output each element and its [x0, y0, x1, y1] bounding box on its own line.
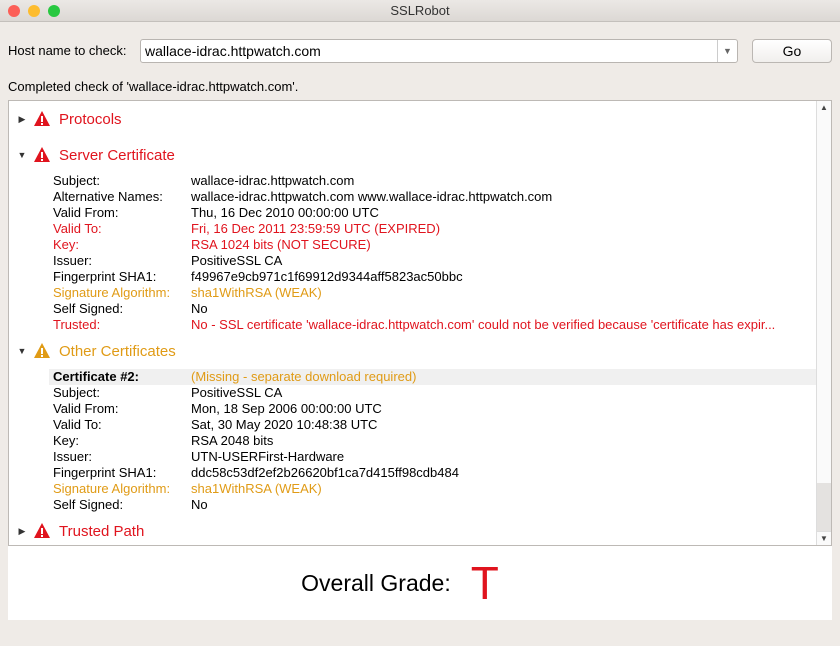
field-key: Fingerprint SHA1: [53, 465, 157, 480]
field-key: Subject: [53, 173, 100, 188]
field-row[interactable]: Valid From: Thu, 16 Dec 2010 00:00:00 UTC [9, 205, 817, 221]
field-key: Self Signed: [53, 301, 124, 316]
field-key: Valid To: [53, 417, 102, 432]
field-key: Issuer: [53, 449, 93, 464]
field-value: UTN-USERFirst-Hardware [191, 449, 345, 464]
field-value: No [191, 497, 208, 512]
title-bar: SSLRobot [0, 0, 840, 22]
minimize-window-button[interactable] [28, 5, 40, 17]
zoom-window-button[interactable] [48, 5, 60, 17]
field-value: sha1WithRSA (WEAK) [191, 285, 322, 300]
field-key: Trusted: [53, 317, 101, 332]
field-row[interactable]: Fingerprint SHA1: ddc58c53df2ef2b26620bf1… [9, 465, 817, 481]
field-key: Signature Algorithm: [53, 481, 171, 496]
expanded-triangle-icon[interactable]: ▼ [9, 150, 33, 160]
field-row[interactable]: Fingerprint SHA1: f49967e9cb971c1f69912d9… [9, 269, 817, 285]
field-row[interactable]: Self Signed: No [9, 301, 817, 317]
field-row[interactable]: Alternative Names: wallace-idrac.httpwatc… [9, 189, 817, 205]
grade-panel: Overall Grade: T [8, 546, 832, 620]
scrollbar[interactable]: ▲ ▼ [816, 101, 831, 545]
field-key: Valid From: [53, 401, 119, 416]
field-row[interactable]: Key: RSA 2048 bits [9, 433, 817, 449]
field-value: f49967e9cb971c1f69912d9344aff5823ac50bbc [191, 269, 463, 284]
field-key: Valid From: [53, 205, 119, 220]
section-title: Protocols [59, 110, 122, 128]
field-row[interactable]: Key: RSA 1024 bits (NOT SECURE) [9, 237, 817, 253]
field-value: Sat, 30 May 2020 10:48:38 UTC [191, 417, 378, 432]
field-value: No [191, 301, 208, 316]
field-row[interactable]: Valid From: Mon, 18 Sep 2006 00:00:00 UTC [9, 401, 817, 417]
field-value: wallace-idrac.httpwatch.com www.wallace-… [191, 189, 553, 204]
field-key: Valid To: [53, 221, 102, 236]
field-row[interactable]: Signature Algorithm: sha1WithRSA (WEAK) [9, 481, 817, 497]
field-value: (Missing - separate download required) [191, 369, 417, 384]
field-row[interactable]: Certificate #2: (Missing - separate downl… [49, 369, 817, 385]
section-server[interactable]: ▼ Server Certificate [9, 137, 817, 173]
error-warning-icon [33, 110, 55, 128]
host-label: Host name to check: [8, 43, 127, 58]
section-other[interactable]: ▼ Other Certificates [9, 333, 817, 369]
section-protocols[interactable]: ▶ Protocols [9, 101, 817, 137]
field-row[interactable]: Valid To: Sat, 30 May 2020 10:48:38 UTC [9, 417, 817, 433]
field-value: ddc58c53df2ef2b26620bf1ca7d415ff98cdb484 [191, 465, 459, 480]
field-value: PositiveSSL CA [191, 385, 283, 400]
close-window-button[interactable] [8, 5, 20, 17]
field-key: Issuer: [53, 253, 93, 268]
scrollbar-thumb[interactable] [817, 483, 831, 531]
field-key: Signature Algorithm: [53, 285, 171, 300]
field-value: RSA 1024 bits (NOT SECURE) [191, 237, 371, 252]
field-value: wallace-idrac.httpwatch.com [191, 173, 355, 188]
grade-value: T [470, 557, 499, 609]
field-row[interactable]: Issuer: UTN-USERFirst-Hardware [9, 449, 817, 465]
field-value: Mon, 18 Sep 2006 00:00:00 UTC [191, 401, 382, 416]
field-value: sha1WithRSA (WEAK) [191, 481, 322, 496]
section-title: Trusted Path [59, 522, 145, 540]
field-key: Alternative Names: [53, 189, 163, 204]
status-text: Completed check of 'wallace-idrac.httpwa… [8, 79, 299, 94]
field-row[interactable]: Self Signed: No [9, 497, 817, 513]
host-combobox[interactable]: wallace-idrac.httpwatch.com ▼ [140, 39, 738, 63]
go-button[interactable]: Go [752, 39, 832, 63]
field-key: Self Signed: [53, 497, 124, 512]
field-key: Certificate #2: [53, 369, 139, 384]
section-title: Server Certificate [59, 146, 175, 164]
field-value: Fri, 16 Dec 2011 23:59:59 UTC (EXPIRED) [191, 221, 441, 236]
grade-label: Overall Grade: [301, 569, 451, 596]
host-input[interactable]: wallace-idrac.httpwatch.com [145, 43, 321, 59]
error-warning-icon [33, 522, 55, 540]
results-tree: ▶ Protocols ▼ Server Certificate Subject: w… [8, 100, 832, 546]
field-value: Thu, 16 Dec 2010 00:00:00 UTC [191, 205, 379, 220]
field-row[interactable]: Signature Algorithm: sha1WithRSA (WEAK) [9, 285, 817, 301]
field-row[interactable]: Issuer: PositiveSSL CA [9, 253, 817, 269]
field-value: RSA 2048 bits [191, 433, 274, 448]
field-row[interactable]: Valid To: Fri, 16 Dec 2011 23:59:59 UTC (… [9, 221, 817, 237]
warning-warning-icon [33, 342, 55, 360]
field-value: No - SSL certificate 'wallace-idrac.http… [191, 317, 776, 332]
field-row[interactable]: Trusted: No - SSL certificate 'wallace-id… [9, 317, 817, 333]
field-key: Key: [53, 433, 80, 448]
window-title: SSLRobot [390, 3, 450, 18]
section-title: Other Certificates [59, 342, 176, 360]
field-key: Fingerprint SHA1: [53, 269, 157, 284]
field-row[interactable]: Subject: wallace-idrac.httpwatch.com [9, 173, 817, 189]
field-value: PositiveSSL CA [191, 253, 283, 268]
scroll-down-icon[interactable]: ▼ [817, 531, 831, 545]
expanded-triangle-icon[interactable]: ▼ [9, 346, 33, 356]
dropdown-arrow-icon[interactable]: ▼ [717, 40, 737, 62]
collapsed-triangle-icon[interactable]: ▶ [9, 114, 33, 125]
section-trusted[interactable]: ▶ Trusted Path [9, 513, 817, 545]
field-key: Subject: [53, 385, 100, 400]
collapsed-triangle-icon[interactable]: ▶ [9, 526, 33, 537]
field-row[interactable]: Subject: PositiveSSL CA [9, 385, 817, 401]
scroll-up-icon[interactable]: ▲ [817, 101, 831, 115]
field-key: Key: [53, 237, 80, 252]
error-warning-icon [33, 146, 55, 164]
